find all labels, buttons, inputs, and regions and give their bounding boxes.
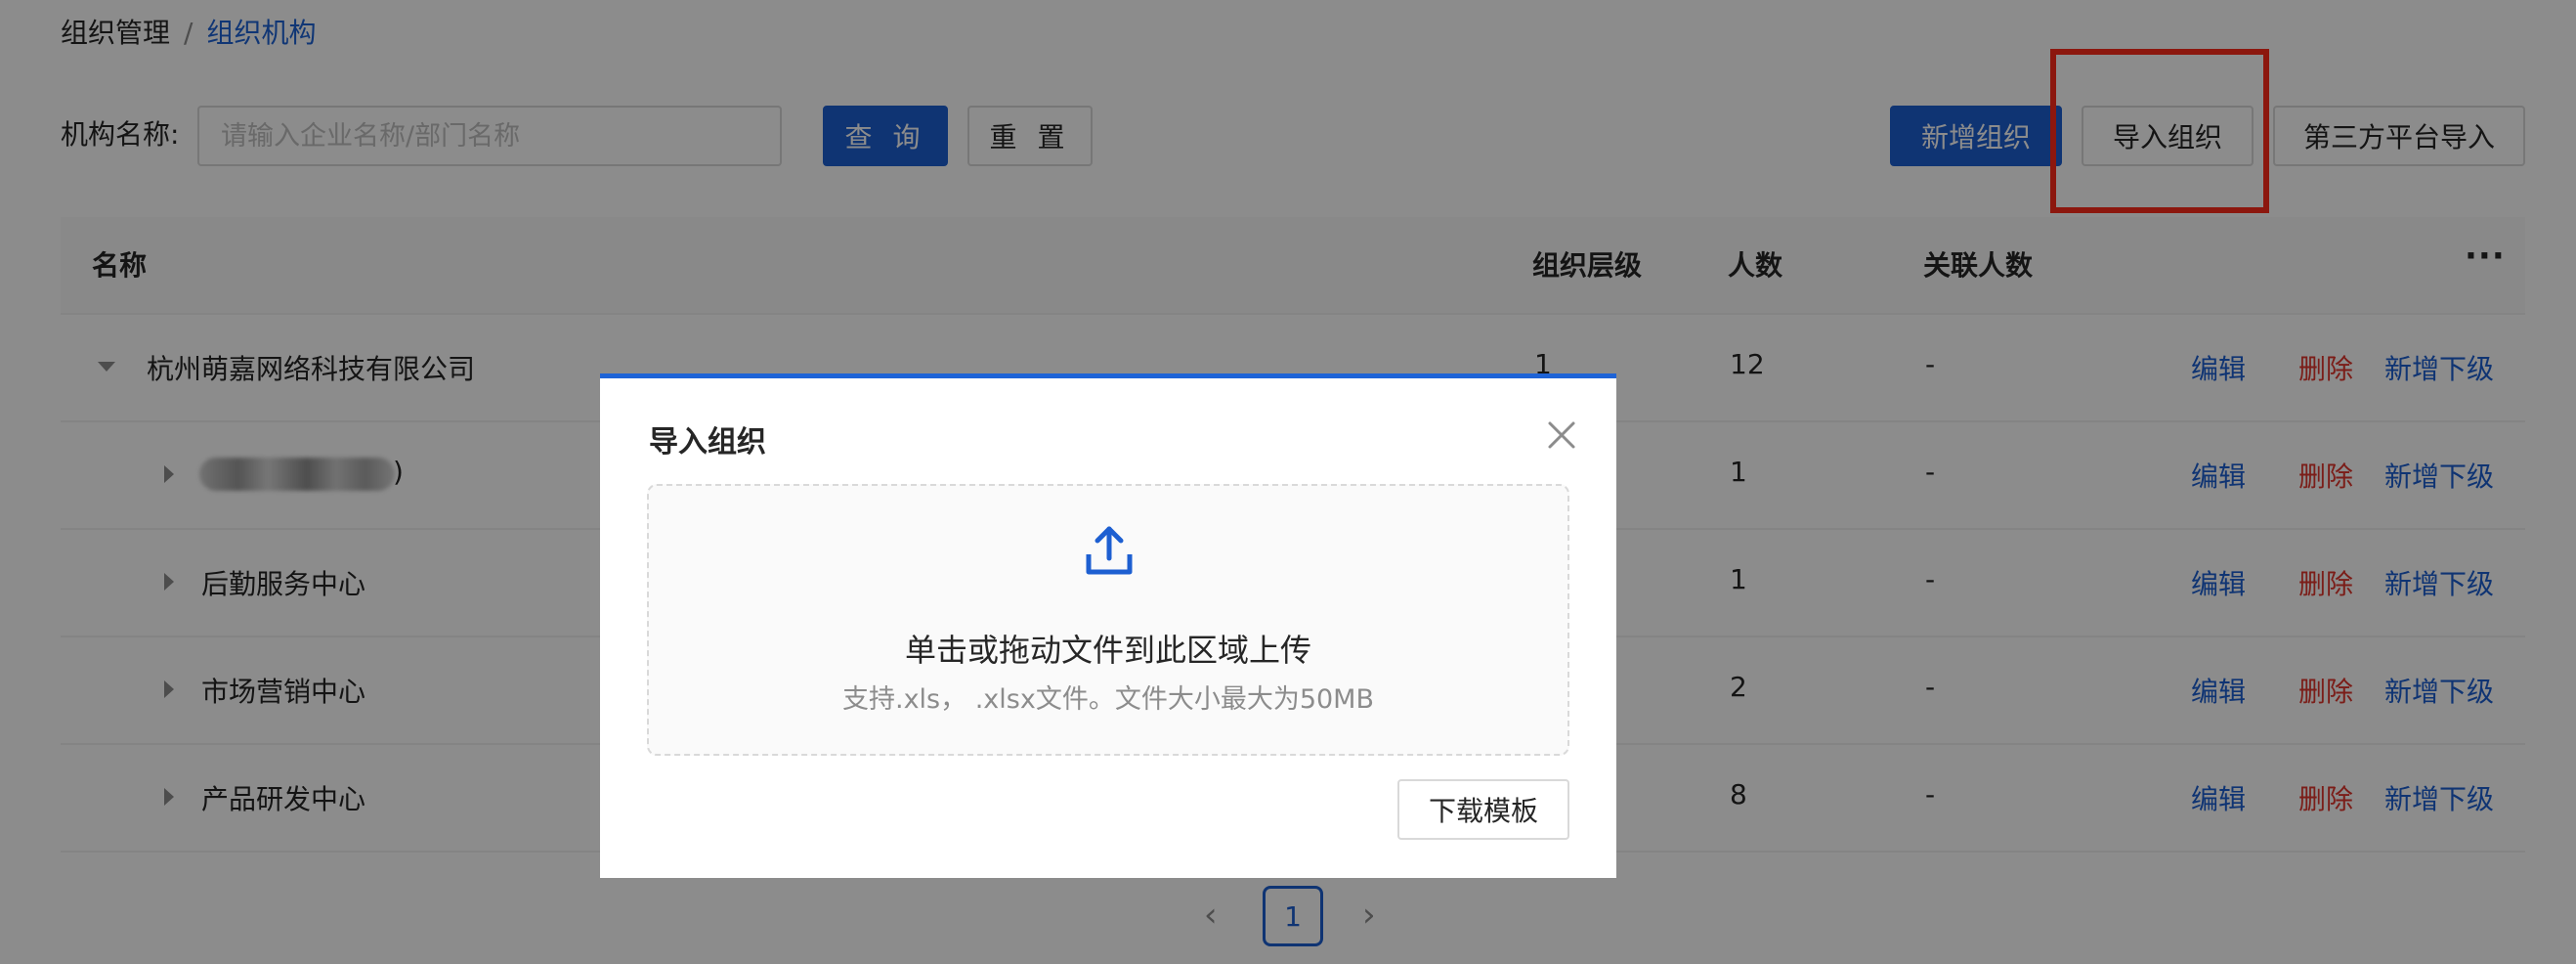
dropzone-hint-text: 支持.xls， .xlsx文件。文件大小最大为50MB <box>842 684 1374 715</box>
close-icon[interactable] <box>1544 417 1579 453</box>
modal-title: 导入组织 <box>649 425 766 460</box>
import-org-modal: 导入组织 单击或拖动文件到此区域上传 支持.xls， .xlsx文件。文件大小最… <box>600 373 1616 878</box>
upload-dropzone[interactable]: 单击或拖动文件到此区域上传 支持.xls， .xlsx文件。文件大小最大为50M… <box>647 484 1569 756</box>
download-template-button[interactable]: 下载模板 <box>1397 779 1569 840</box>
dropzone-main-text: 单击或拖动文件到此区域上传 <box>904 632 1311 669</box>
upload-icon <box>1086 526 1133 575</box>
